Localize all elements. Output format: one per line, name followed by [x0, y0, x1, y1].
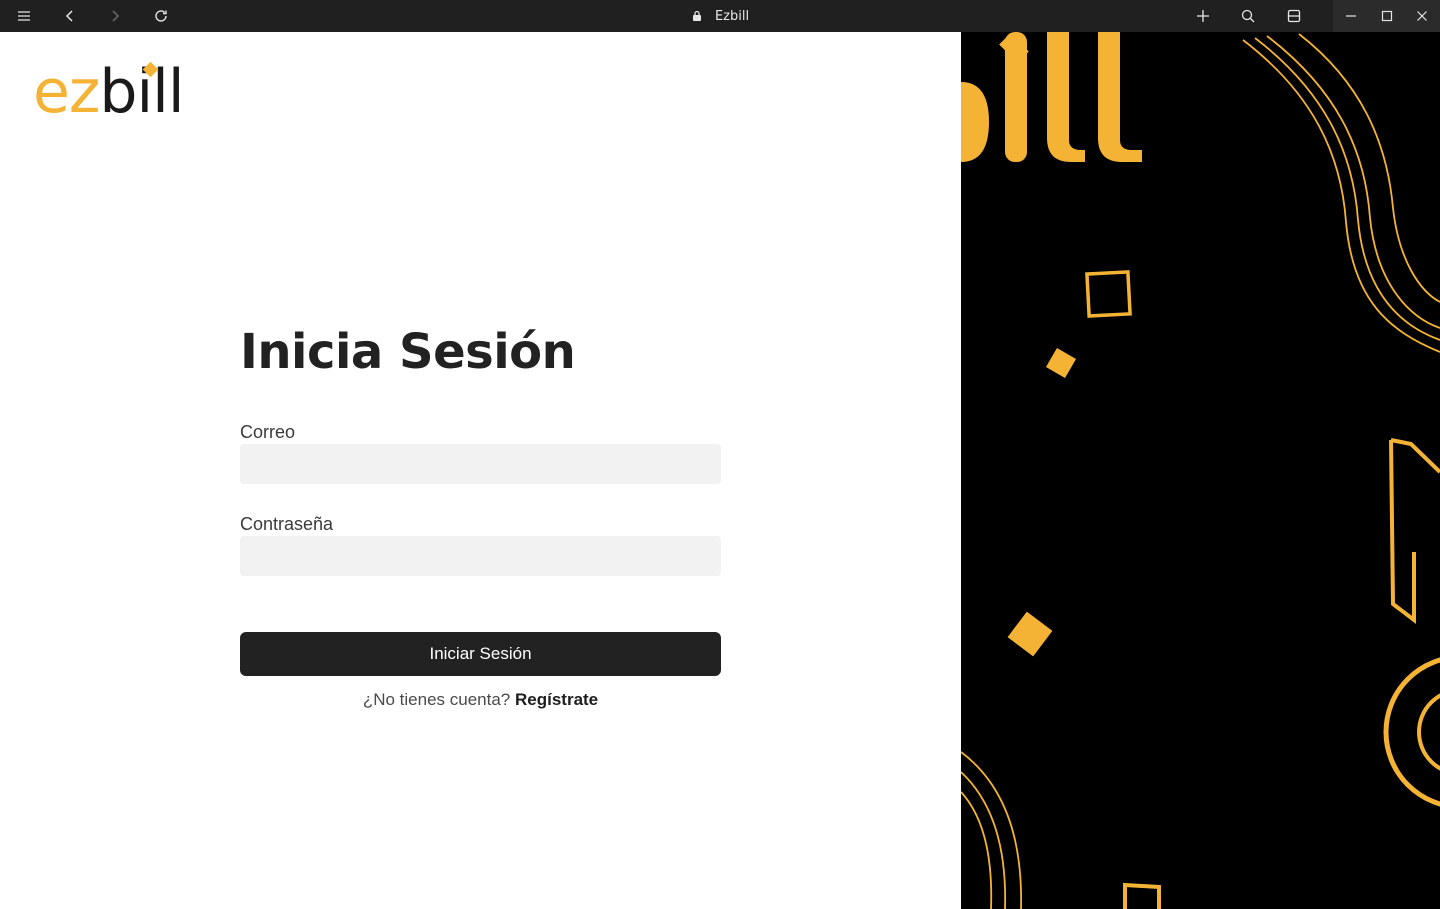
- register-link[interactable]: Regístrate: [515, 690, 598, 709]
- layout-icon[interactable]: [1278, 0, 1310, 32]
- logo-ez: ez: [33, 57, 100, 127]
- decorative-curves-bottom: [961, 751, 1022, 909]
- window-title: Ezbill: [714, 8, 750, 24]
- outline-n-shape: [1389, 438, 1440, 625]
- small-diamond: [1045, 347, 1077, 379]
- lock-icon: [692, 10, 701, 21]
- search-icon[interactable]: [1232, 0, 1264, 32]
- window-title-area: Ezbill: [0, 0, 1440, 32]
- minimize-icon[interactable]: [1333, 0, 1369, 32]
- large-diamond: [1007, 611, 1053, 657]
- browser-titlebar: Ezbill: [0, 0, 1440, 32]
- login-pane: ezbill Inicia Sesión Correo Contraseña I…: [0, 32, 961, 909]
- close-icon[interactable]: [1404, 0, 1440, 32]
- password-label: Contraseña: [240, 514, 334, 534]
- page-title: Inicia Sesión: [240, 324, 576, 380]
- arrow-right-icon[interactable]: [99, 0, 131, 32]
- outline-ring: [1383, 657, 1440, 807]
- plus-icon[interactable]: [1187, 0, 1219, 32]
- hamburger-icon[interactable]: [8, 0, 40, 32]
- login-form: Inicia Sesión Correo Contraseña Iniciar …: [240, 322, 721, 710]
- decorative-curves-top: [1242, 33, 1440, 353]
- reload-icon[interactable]: [145, 0, 177, 32]
- outline-square: [1085, 270, 1132, 318]
- decorative-panel: [961, 32, 1440, 909]
- register-prompt: ¿No tienes cuenta? Regístrate: [240, 690, 721, 710]
- login-button[interactable]: Iniciar Sesión: [240, 632, 721, 676]
- outline-bracket: [1123, 882, 1161, 909]
- logo-wordmark: ezbill: [33, 57, 185, 127]
- logo-bill: bill: [99, 57, 184, 127]
- maximize-icon[interactable]: [1369, 0, 1405, 32]
- ezbill-logo[interactable]: ezbill: [33, 60, 208, 124]
- arrow-left-icon[interactable]: [54, 0, 86, 32]
- window-controls: [1333, 0, 1440, 32]
- register-prompt-text: ¿No tienes cuenta?: [362, 690, 511, 709]
- password-field[interactable]: [240, 536, 721, 576]
- email-label: Correo: [240, 422, 296, 442]
- decorative-letters: [961, 32, 1142, 162]
- email-field[interactable]: [240, 444, 721, 484]
- decorative-pattern: [961, 32, 1440, 909]
